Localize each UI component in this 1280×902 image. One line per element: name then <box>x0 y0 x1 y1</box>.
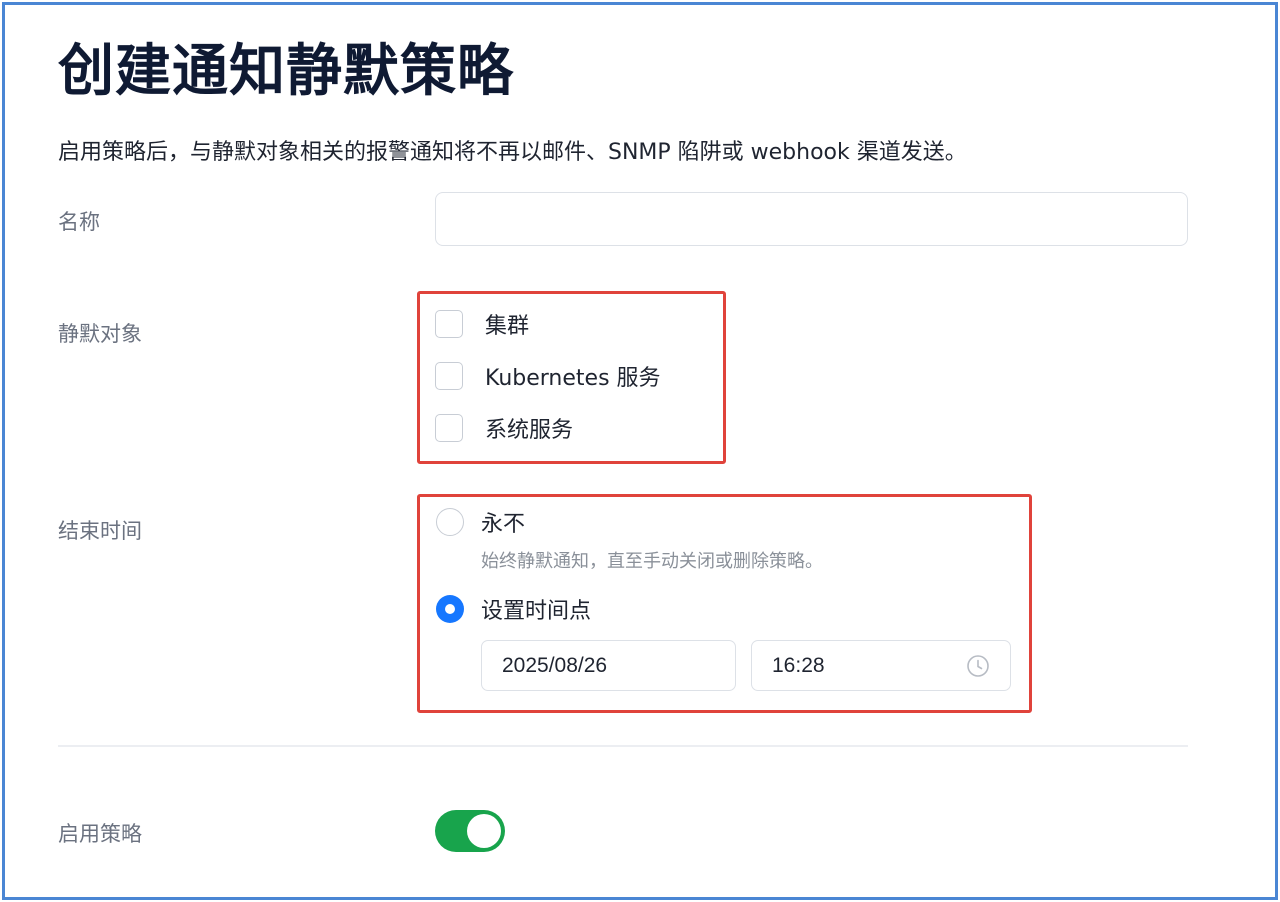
enable-policy-toggle[interactable] <box>435 810 505 852</box>
page-description: 启用策略后，与静默对象相关的报警通知将不再以邮件、SNMP 陷阱或 webhoo… <box>58 140 967 165</box>
checkbox[interactable] <box>435 310 463 338</box>
checkbox-label: 集群 <box>485 314 530 339</box>
end-time-option-never[interactable]: 永不 <box>436 506 525 538</box>
never-help-text: 始终静默通知，直至手动关闭或删除策略。 <box>481 551 823 572</box>
radio-label: 永不 <box>481 512 526 537</box>
radio-button-selected[interactable] <box>436 595 464 623</box>
toggle-knob <box>467 814 501 848</box>
radio-label: 设置时间点 <box>481 599 592 624</box>
end-time-label: 结束时间 <box>58 519 142 543</box>
time-picker-field[interactable]: 16:28 <box>751 640 1011 691</box>
clock-icon <box>967 655 989 677</box>
end-time-option-set-time[interactable]: 设置时间点 <box>436 593 591 625</box>
time-value: 16:28 <box>772 653 825 677</box>
target-checkbox-cluster[interactable]: 集群 <box>435 308 529 340</box>
checkbox-label: 系统服务 <box>485 418 574 443</box>
checkbox[interactable] <box>435 362 463 390</box>
target-checkbox-kubernetes[interactable]: Kubernetes 服务 <box>435 360 661 392</box>
name-label: 名称 <box>58 210 100 234</box>
target-checkbox-system-service[interactable]: 系统服务 <box>435 412 573 444</box>
enable-policy-label: 启用策略 <box>58 822 142 846</box>
checkbox-label: Kubernetes 服务 <box>485 366 661 391</box>
name-input[interactable] <box>435 192 1188 246</box>
radio-button[interactable] <box>436 508 464 536</box>
date-picker-field[interactable]: 2025/08/26 <box>481 640 736 691</box>
section-divider <box>58 745 1188 747</box>
date-value: 2025/08/26 <box>502 653 608 677</box>
page-title: 创建通知静默策略 <box>58 39 514 104</box>
silence-target-label: 静默对象 <box>58 322 142 346</box>
checkbox[interactable] <box>435 414 463 442</box>
